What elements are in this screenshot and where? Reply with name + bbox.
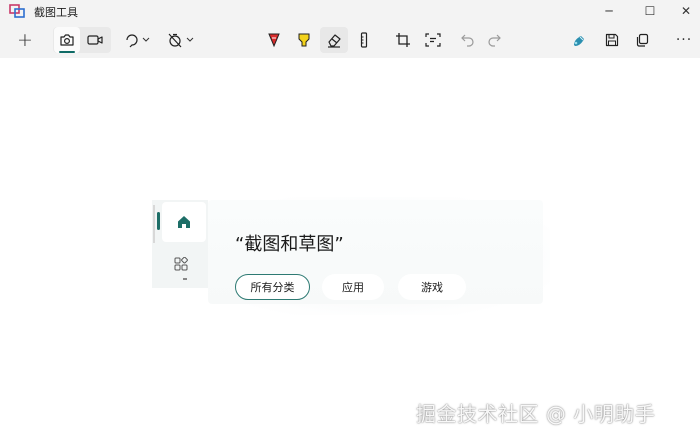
new-snip-button[interactable]: + bbox=[10, 27, 40, 53]
delay-dropdown[interactable] bbox=[166, 27, 196, 53]
plus-icon: + bbox=[17, 29, 33, 51]
redo-icon bbox=[488, 34, 501, 47]
crop-icon bbox=[396, 33, 410, 47]
yellow-highlighter-icon bbox=[298, 33, 310, 47]
save-button[interactable] bbox=[602, 27, 622, 53]
captured-scrollbar bbox=[153, 205, 155, 243]
close-button[interactable]: ✕ bbox=[663, 0, 700, 22]
save-icon bbox=[605, 33, 619, 47]
minimize-button[interactable]: ─ bbox=[586, 0, 632, 22]
selected-mode-indicator bbox=[59, 51, 75, 53]
maximize-icon: ☐ bbox=[644, 4, 656, 18]
ballpoint-pen-button[interactable] bbox=[264, 27, 284, 53]
toolbar: + ··· bbox=[0, 22, 700, 58]
photo-mode-button[interactable] bbox=[54, 27, 80, 53]
text-actions-button[interactable] bbox=[422, 27, 444, 53]
copy-button[interactable] bbox=[632, 27, 652, 53]
more-icon: ··· bbox=[675, 32, 693, 48]
home-icon bbox=[178, 216, 190, 228]
video-icon bbox=[87, 35, 103, 45]
chip-all-categories: 所有分类 bbox=[235, 274, 310, 300]
snip-shape-dropdown[interactable] bbox=[122, 27, 152, 53]
redo-button[interactable] bbox=[484, 27, 504, 53]
timer-off-icon bbox=[168, 33, 194, 48]
edit-in-paint-button[interactable] bbox=[569, 27, 589, 53]
undo-icon bbox=[461, 34, 474, 47]
captured-selection-indicator bbox=[157, 212, 160, 230]
window-title: 截图工具 bbox=[34, 6, 78, 19]
video-mode-button[interactable] bbox=[82, 27, 108, 53]
close-icon: ✕ bbox=[680, 4, 692, 18]
paint-icon bbox=[574, 36, 584, 46]
undo-button[interactable] bbox=[458, 27, 478, 53]
chip-games: 游戏 bbox=[398, 274, 466, 300]
eraser-icon bbox=[328, 34, 341, 48]
captured-heading: “截图和草图” bbox=[235, 234, 344, 255]
snip-shape-icon bbox=[126, 34, 150, 48]
apps-grid-icon bbox=[174, 257, 188, 271]
captured-home-tile bbox=[162, 202, 206, 242]
copy-icon bbox=[636, 33, 649, 47]
minimize-icon: ─ bbox=[605, 4, 613, 18]
red-pen-icon bbox=[268, 33, 280, 48]
crop-button[interactable] bbox=[392, 27, 414, 53]
more-options-button[interactable]: ··· bbox=[674, 27, 694, 53]
watermark-text: 掘金技术社区 @ 小明助手 bbox=[416, 402, 656, 426]
captured-sidebar-mark bbox=[183, 278, 187, 280]
ruler-button[interactable] bbox=[354, 27, 374, 53]
title-bar: 截图工具 ─ ☐ ✕ bbox=[0, 0, 700, 22]
eraser-button[interactable] bbox=[320, 27, 348, 53]
snipping-tool-app-icon bbox=[9, 4, 25, 18]
highlighter-button[interactable] bbox=[294, 27, 314, 53]
camera-icon bbox=[60, 34, 74, 46]
chip-apps: 应用 bbox=[322, 274, 384, 300]
text-actions-icon bbox=[425, 33, 441, 47]
ruler-icon bbox=[360, 32, 368, 48]
